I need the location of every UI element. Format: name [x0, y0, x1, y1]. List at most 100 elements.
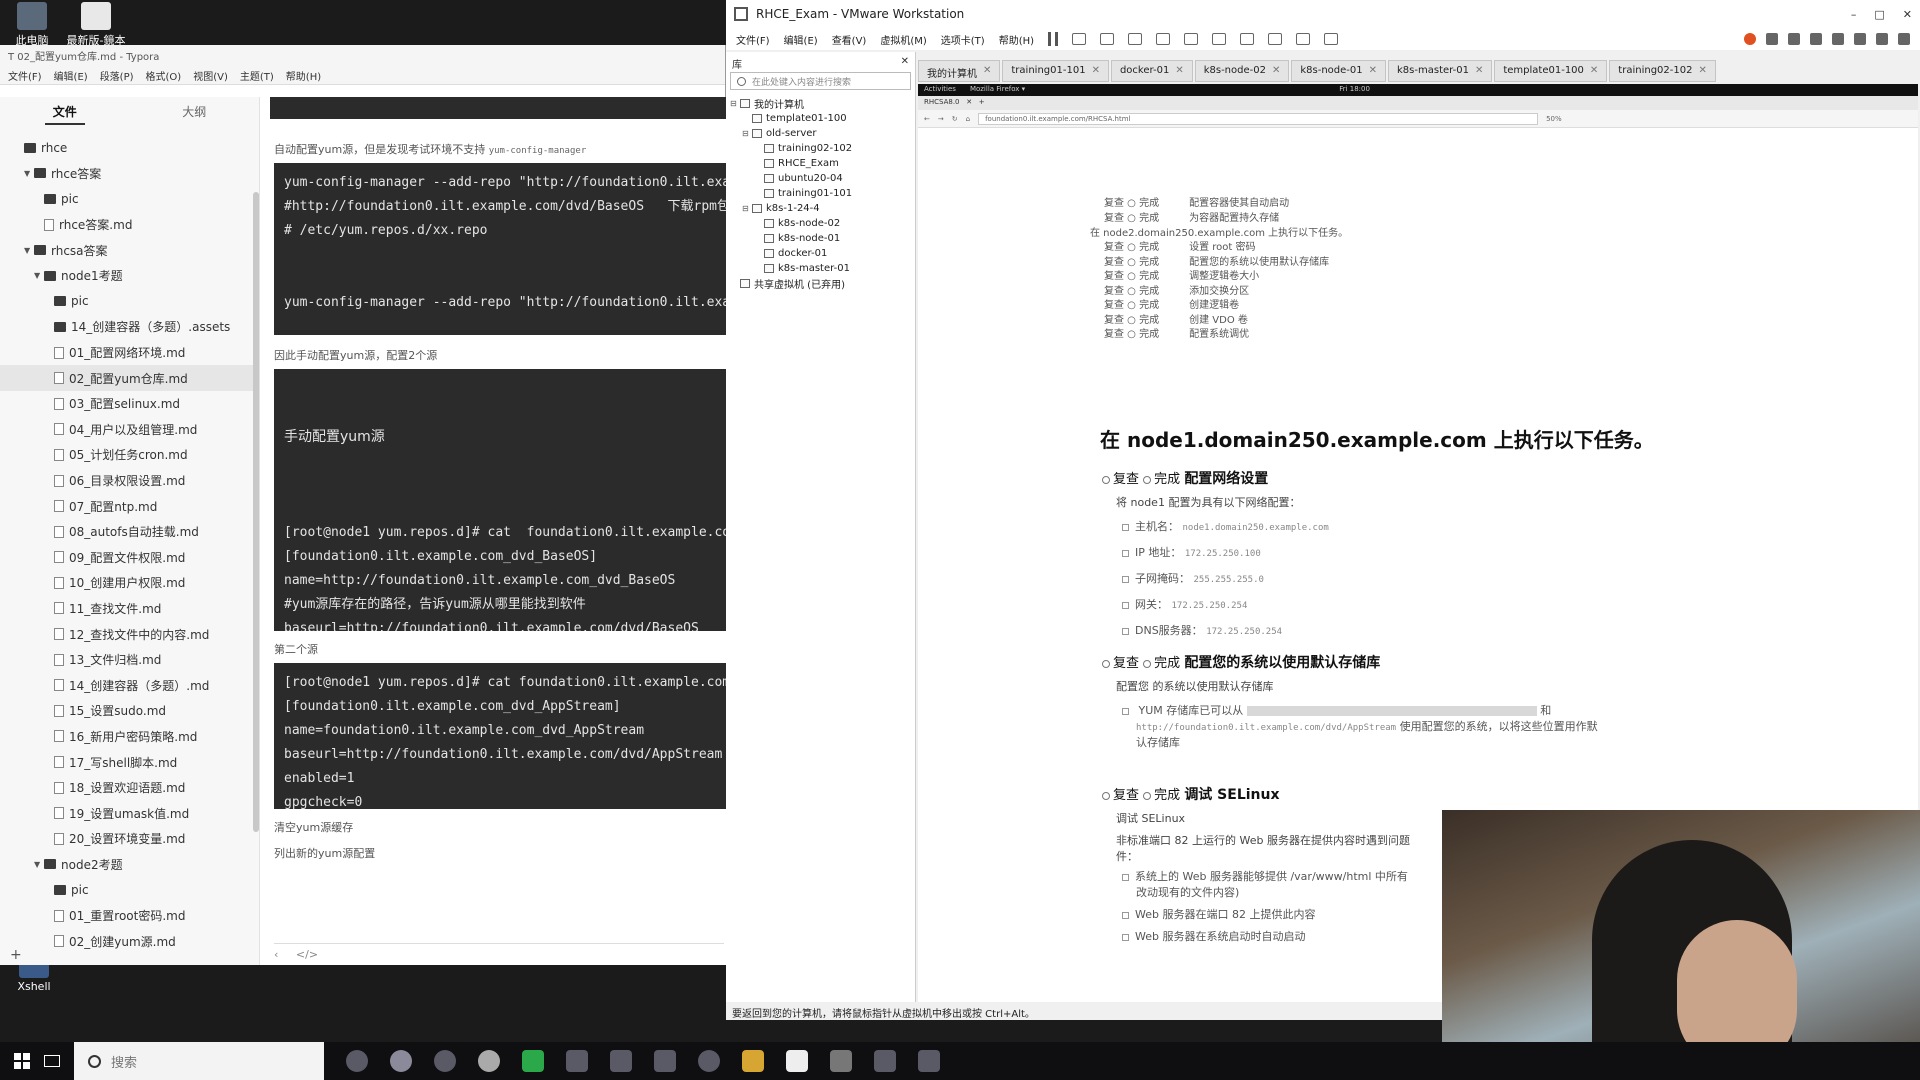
back-icon[interactable]: ←: [924, 115, 930, 123]
tree-file[interactable]: 04_用户以及组管理.md: [0, 417, 259, 443]
tree-file[interactable]: 14_创建容器（多题）.md: [0, 672, 259, 698]
tree-file[interactable]: 02_配置yum仓库.md: [0, 365, 259, 391]
vm-tree-item[interactable]: RHCE_Exam: [730, 156, 915, 171]
vm-tab[interactable]: 我的计算机 ✕: [918, 60, 1001, 82]
chrome-icon[interactable]: [698, 1050, 720, 1072]
tree-folder[interactable]: ▼ node1考题: [0, 263, 259, 289]
tree-file[interactable]: 07_配置ntp.md: [0, 493, 259, 519]
vm-tab[interactable]: k8s-node-02 ✕: [1194, 60, 1290, 82]
expand-icon[interactable]: ⊟: [742, 129, 752, 138]
toc-status[interactable]: 复查 ○ 完成: [1104, 286, 1159, 297]
vm-tab[interactable]: k8s-master-01 ✕: [1388, 60, 1493, 82]
vm-tree-item[interactable]: ubuntu20-04: [730, 171, 915, 186]
tree-file[interactable]: 16_新用户密码策略.md: [0, 724, 259, 750]
minimize-button[interactable]: –: [1851, 8, 1857, 21]
tree-file[interactable]: 12_查找文件中的内容.md: [0, 621, 259, 647]
desktop-icon-document[interactable]: 最新版-鏡本: [66, 2, 126, 48]
tab-close-icon[interactable]: ✕: [1590, 65, 1598, 77]
tree-file[interactable]: 10_创建用户权限.md: [0, 570, 259, 596]
ime-mode-icon[interactable]: [1766, 33, 1778, 45]
tree-file[interactable]: 05_计划任务cron.md: [0, 442, 259, 468]
vm-tree-item[interactable]: 共享虚拟机 (已弃用): [730, 276, 915, 291]
tree-folder[interactable]: 14_创建容器（多题）.assets: [0, 314, 259, 340]
done-radio[interactable]: [1143, 659, 1152, 668]
vmware-icon[interactable]: [830, 1050, 852, 1072]
tree-file[interactable]: 01_重置root密码.md: [0, 903, 259, 929]
tree-file[interactable]: 13_文件归档.md: [0, 647, 259, 673]
tree-file[interactable]: 20_设置环境变量.md: [0, 826, 259, 852]
sidebar-scrollbar[interactable]: [253, 192, 259, 832]
skin-icon[interactable]: [1854, 33, 1866, 45]
library-view-icon[interactable]: [1184, 33, 1199, 45]
cortana-icon[interactable]: [346, 1050, 368, 1072]
vm-tree-item[interactable]: template01-100: [730, 111, 915, 126]
toc-status[interactable]: 复查 ○ 完成: [1104, 198, 1159, 209]
tree-folder[interactable]: pic: [0, 877, 259, 903]
done-radio[interactable]: [1143, 475, 1152, 484]
tab-close-icon[interactable]: ✕: [1272, 65, 1280, 77]
typora-menu-item[interactable]: 视图(V): [193, 68, 228, 83]
expand-icon[interactable]: ⊟: [730, 99, 740, 108]
wps-icon[interactable]: [874, 1050, 896, 1072]
tree-folder[interactable]: pic: [0, 289, 259, 315]
done-radio[interactable]: [1143, 791, 1152, 800]
tree-file[interactable]: 02_创建yum源.md: [0, 928, 259, 954]
fullscreen-icon[interactable]: [1240, 33, 1255, 45]
caret-icon[interactable]: ▼: [34, 860, 44, 869]
library-close-icon[interactable]: ✕: [901, 56, 909, 68]
expand-icon[interactable]: ⊟: [742, 204, 752, 213]
remote-desktop-icon[interactable]: [918, 1050, 940, 1072]
tab-files[interactable]: 文件: [0, 97, 130, 125]
settings-icon[interactable]: [1898, 33, 1910, 45]
review-radio[interactable]: [1102, 475, 1110, 484]
compass-icon[interactable]: [478, 1050, 500, 1072]
editor-icon[interactable]: [610, 1050, 632, 1072]
activities-button[interactable]: Activities: [924, 85, 956, 95]
taskbar-search-input[interactable]: 搜索: [74, 1042, 324, 1080]
desktop-icon-this-pc[interactable]: 此电脑: [2, 2, 62, 48]
tree-folder[interactable]: ▼ rhce答案: [0, 161, 259, 187]
forward-icon[interactable]: →: [938, 115, 944, 123]
vm-tab[interactable]: training02-102 ✕: [1609, 60, 1716, 82]
tree-file[interactable]: 19_设置umask值.md: [0, 800, 259, 826]
library-search-input[interactable]: 在此处键入内容进行搜索: [730, 72, 911, 90]
sogou-icon[interactable]: [1744, 33, 1756, 45]
start-icon[interactable]: [14, 1053, 30, 1069]
tree-file[interactable]: 11_查找文件.md: [0, 596, 259, 622]
tree-file[interactable]: 18_设置欢迎语题.md: [0, 775, 259, 801]
caret-icon[interactable]: ▼: [24, 169, 34, 178]
editor-content[interactable]: 自动配置yum源，但是发现考试环境不支持 yum-config-manager …: [260, 97, 726, 965]
file-explorer-icon[interactable]: [742, 1050, 764, 1072]
caret-icon[interactable]: ▼: [34, 271, 44, 280]
code-block-baseos[interactable]: 手动配置yum源 [root@node1 yum.repos.d]# cat f…: [274, 369, 726, 631]
tree-file[interactable]: 17_写shell脚本.md: [0, 749, 259, 775]
pause-icon[interactable]: [1048, 32, 1059, 46]
review-radio[interactable]: [1102, 791, 1110, 800]
zoom-level[interactable]: 50%: [1546, 115, 1562, 123]
vm-tree-item[interactable]: docker-01: [730, 246, 915, 261]
vmware-menu-item[interactable]: 选项卡(T): [941, 32, 985, 47]
tree-folder[interactable]: ▼ rhcsa答案: [0, 237, 259, 263]
vm-tree-item[interactable]: ⊟ old-server: [730, 126, 915, 141]
tree-file[interactable]: rhce答案.md: [0, 212, 259, 238]
keyboard-icon[interactable]: [1832, 33, 1844, 45]
typora-menu-item[interactable]: 格式(O): [146, 68, 182, 83]
tab-close-icon[interactable]: ✕: [1475, 65, 1483, 77]
vm-tree-item[interactable]: training02-102: [730, 141, 915, 156]
caret-icon[interactable]: ▼: [24, 246, 34, 255]
code-block-appstream[interactable]: [root@node1 yum.repos.d]# cat foundation…: [274, 663, 726, 809]
send-keys-icon[interactable]: [1072, 33, 1087, 45]
manage-snapshots-icon[interactable]: [1156, 33, 1171, 45]
vm-tree-item[interactable]: k8s-node-01: [730, 231, 915, 246]
close-button[interactable]: ✕: [1903, 8, 1912, 21]
tree-file[interactable]: 08_autofs自动挂载.md: [0, 519, 259, 545]
vmware-menu-item[interactable]: 帮助(H): [999, 32, 1034, 47]
home-icon[interactable]: ⌂: [966, 115, 970, 123]
vmware-menu-item[interactable]: 文件(F): [736, 32, 770, 47]
browser-icon[interactable]: [390, 1050, 412, 1072]
tab-close-icon[interactable]: ✕: [1698, 65, 1706, 77]
tree-file[interactable]: 01_配置网络环境.md: [0, 340, 259, 366]
task-view-icon[interactable]: [44, 1055, 60, 1067]
vm-tree-item[interactable]: k8s-master-01: [730, 261, 915, 276]
unity-icon[interactable]: [1268, 33, 1283, 45]
